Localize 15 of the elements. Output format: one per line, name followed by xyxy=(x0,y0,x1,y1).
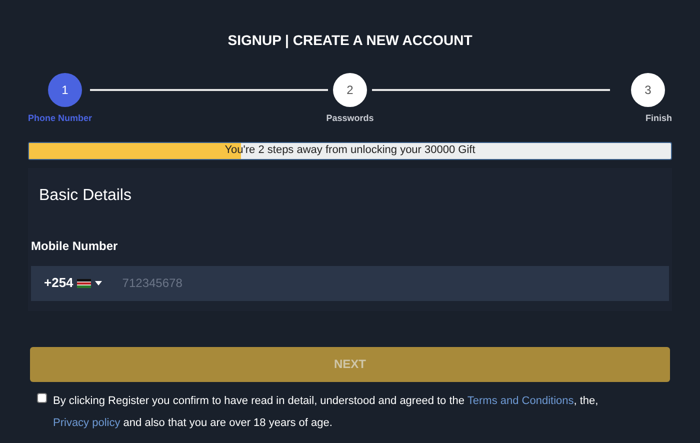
step-label: Phone Number xyxy=(28,112,92,125)
section-title: Basic Details xyxy=(39,186,132,204)
privacy-link[interactable]: Privacy policy xyxy=(53,416,120,428)
flag-icon xyxy=(77,278,92,288)
phone-field[interactable]: +254 712345678 xyxy=(31,266,669,300)
page-title: SIGNUP | CREATE A NEW ACCOUNT xyxy=(228,31,472,50)
terms-link[interactable]: Terms and Conditions xyxy=(467,394,574,406)
caret-icon[interactable] xyxy=(95,280,102,286)
terms-text: By clicking Register you confirm to have read in detail, understood and agreed to the Terms and Conditions, the, Privacy policy and also that you are over 18 years of age. xyxy=(53,394,600,430)
step-label: Passwords xyxy=(326,112,374,125)
phone-input[interactable]: 712345678 xyxy=(122,274,656,292)
terms-checkbox[interactable] xyxy=(37,392,47,402)
country-code[interactable]: +254 xyxy=(44,273,74,293)
step-label: Finish xyxy=(646,112,672,125)
field-label: Mobile Number xyxy=(31,238,118,252)
